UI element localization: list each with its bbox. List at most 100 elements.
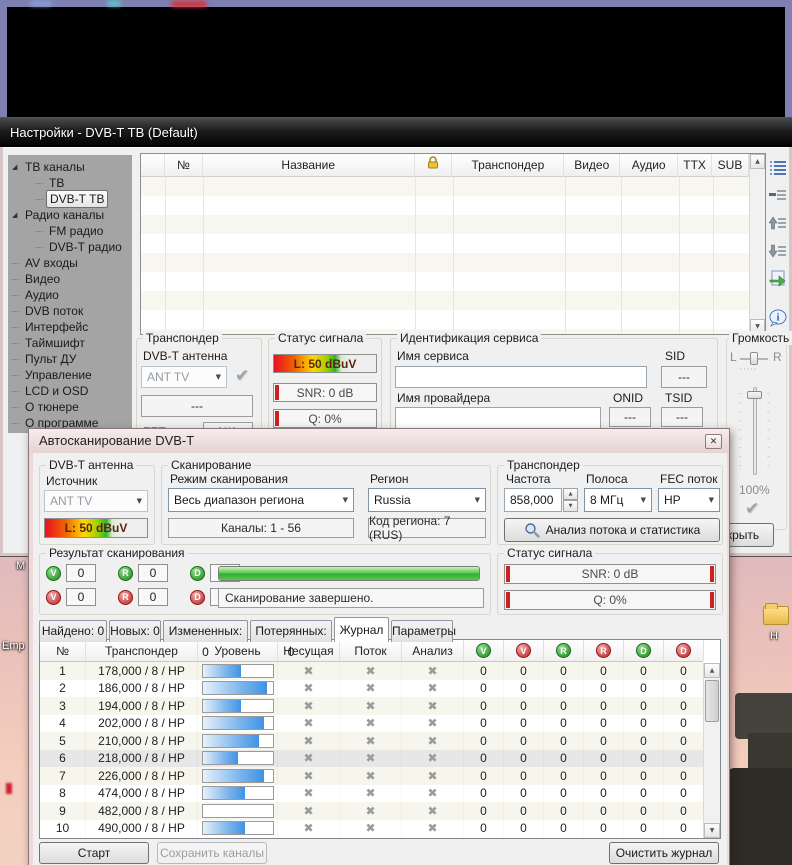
sidebar-item[interactable]: ТВ	[12, 175, 132, 191]
log-column-header[interactable]: Транспондер	[86, 640, 198, 661]
sidebar-item[interactable]: Интерфейс	[12, 319, 132, 335]
frequency-label: Частота	[506, 472, 550, 486]
channel-column-header[interactable]: Аудио	[620, 154, 678, 177]
tab-0[interactable]: Найдено: 0	[39, 620, 107, 642]
log-column-header[interactable]: V	[464, 640, 504, 661]
tree-expand-icon[interactable]: ◢	[12, 207, 22, 223]
frequency-spin-up-icon[interactable]: ▲	[563, 488, 578, 500]
channel-column-header[interactable]: SUB	[712, 154, 749, 177]
sidebar-item[interactable]: Аудио	[12, 287, 132, 303]
settings-window-titlebar[interactable]: Настройки - DVB-T ТВ (Default)	[0, 118, 792, 147]
desktop-folder-icon[interactable]	[763, 606, 789, 625]
sidebar-item[interactable]: LCD и OSD	[12, 383, 132, 399]
log-column-header[interactable]: №	[40, 640, 86, 661]
log-column-header[interactable]: V	[504, 640, 544, 661]
scroll-up-icon[interactable]: ▲	[704, 663, 720, 678]
sidebar-item[interactable]: Таймшифт	[12, 335, 132, 351]
log-column-header[interactable]: D	[624, 640, 664, 661]
frequency-spin-down-icon[interactable]: ▼	[563, 500, 578, 512]
clear-log-button[interactable]: Очистить журнал	[609, 842, 719, 864]
analyze-stream-button[interactable]: Анализ потока и статистика	[504, 518, 720, 542]
log-table-row[interactable]: 4202,000 / 8 / HP✖✖✖000000	[40, 715, 703, 733]
log-column-header[interactable]: R	[544, 640, 584, 661]
log-column-header[interactable]: Уровень	[198, 640, 278, 661]
autoscan-dialog-titlebar[interactable]: Автосканирование DVB-T	[29, 429, 729, 453]
volume-track[interactable]	[753, 387, 757, 475]
log-column-header[interactable]: R	[584, 640, 624, 661]
log-column-header[interactable]: Поток	[340, 640, 402, 661]
region-select[interactable]: Russia ▼	[368, 488, 486, 512]
log-table-row[interactable]: 2186,000 / 8 / HP✖✖✖000000	[40, 680, 703, 698]
channel-column-header[interactable]	[141, 154, 165, 177]
sidebar-item[interactable]: О тюнере	[12, 399, 132, 415]
dialog-close-icon[interactable]: ✕	[705, 434, 722, 449]
log-table-row[interactable]: 3194,000 / 8 / HP✖✖✖000000	[40, 697, 703, 715]
sidebar-item[interactable]: Управление	[12, 367, 132, 383]
frequency-input[interactable]: 858,000	[504, 488, 562, 512]
scan-mode-select[interactable]: Весь диапазон региона ▼	[168, 488, 354, 512]
move-down-icon[interactable]	[768, 241, 788, 261]
info-icon[interactable]: i	[768, 308, 788, 328]
group-title: Статус сигнала	[504, 546, 595, 560]
log-cell-level	[198, 697, 278, 715]
channel-list-icon[interactable]	[768, 157, 788, 177]
channel-column-header[interactable]: TTX	[678, 154, 712, 177]
sidebar-item[interactable]: FM радио	[12, 223, 132, 239]
sidebar-item[interactable]: ◢ТВ каналы	[12, 159, 132, 175]
tsid-label: TSID	[665, 391, 692, 405]
log-scrollbar[interactable]: ▲ ▼	[703, 663, 720, 838]
log-column-header[interactable]: D	[664, 640, 704, 661]
log-cell-count: 0	[464, 820, 504, 838]
export-list-icon[interactable]	[768, 269, 788, 289]
remove-channel-icon[interactable]	[768, 185, 788, 205]
log-column-header[interactable]: Анализ	[402, 640, 464, 661]
channel-column-header[interactable]: Название	[203, 154, 415, 177]
log-table-row[interactable]: 9482,000 / 8 / HP✖✖✖000000	[40, 802, 703, 820]
service-name-field[interactable]	[395, 366, 647, 388]
sidebar-item[interactable]: Видео	[12, 271, 132, 287]
save-channels-button[interactable]: Сохранить каналы	[157, 842, 267, 864]
log-cell-count: 0	[664, 750, 704, 768]
channel-column-header[interactable]: №	[165, 154, 203, 177]
sidebar-item[interactable]: DVB-T ТВ	[12, 191, 132, 207]
volume-thumb[interactable]	[747, 391, 762, 399]
log-cell-level	[198, 715, 278, 733]
source-select[interactable]: ANT TV ▼	[44, 490, 148, 512]
bandwidth-select[interactable]: 8 МГц ▼	[584, 488, 652, 512]
fec-select[interactable]: HP ▼	[658, 488, 720, 512]
sidebar-item[interactable]: DVB-T радио	[12, 239, 132, 255]
tree-connector-icon	[12, 391, 20, 392]
log-table-row[interactable]: 1178,000 / 8 / HP✖✖✖000000	[40, 662, 703, 680]
channel-column-header[interactable]	[415, 154, 453, 177]
balance-thumb[interactable]	[750, 352, 758, 365]
tab-1[interactable]: Новых: 0	[109, 620, 161, 642]
tab-5[interactable]: Параметры	[391, 620, 453, 642]
log-table-row[interactable]: 8474,000 / 8 / HP✖✖✖000000	[40, 785, 703, 803]
log-scrollbar-thumb[interactable]	[705, 680, 719, 722]
scroll-down-icon[interactable]: ▼	[704, 823, 720, 838]
scan-log-table[interactable]: №ТранспондерУровеньНесущаяПотокАнализVVR…	[39, 639, 721, 839]
start-button[interactable]: Старт	[39, 842, 149, 864]
channel-column-header[interactable]: Транспондер	[452, 154, 564, 177]
sidebar-item[interactable]: AV входы	[12, 255, 132, 271]
provider-field[interactable]	[395, 407, 601, 429]
log-table-row[interactable]: 6218,000 / 8 / HP✖✖✖000000	[40, 750, 703, 768]
log-table-row[interactable]: 10490,000 / 8 / HP✖✖✖000000	[40, 820, 703, 838]
scroll-up-icon[interactable]: ▲	[750, 154, 765, 169]
channel-table[interactable]: №Название ТранспондерВидеоАудиоTTXSUB ▲ ▼	[140, 153, 766, 335]
sidebar-item[interactable]: DVB поток	[12, 303, 132, 319]
tree-expand-icon[interactable]: ◢	[12, 159, 22, 175]
tab-3[interactable]: Потерянных: 0	[250, 620, 332, 642]
tab-log[interactable]: Журнал	[334, 617, 389, 642]
channel-column-header[interactable]: Видео	[564, 154, 620, 177]
channel-table-scrollbar[interactable]: ▲ ▼	[749, 154, 765, 334]
log-cell-count: 0	[584, 802, 624, 820]
tab-2[interactable]: Измененных: 0	[163, 620, 248, 642]
antenna-select[interactable]: ANT TV ▼	[141, 366, 227, 388]
move-up-icon[interactable]	[768, 213, 788, 233]
sidebar-item[interactable]: ◢Радио каналы	[12, 207, 132, 223]
channel-table-rows[interactable]	[141, 177, 749, 334]
log-table-row[interactable]: 7226,000 / 8 / HP✖✖✖000000	[40, 767, 703, 785]
log-table-row[interactable]: 5210,000 / 8 / HP✖✖✖000000	[40, 732, 703, 750]
sidebar-item[interactable]: Пульт ДУ	[12, 351, 132, 367]
